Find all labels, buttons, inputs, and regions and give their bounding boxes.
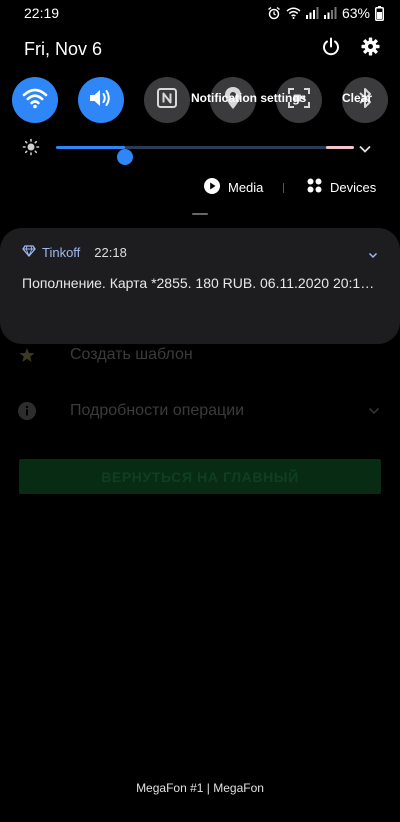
list-item-operation-details[interactable]: Подробности операции — [18, 399, 382, 423]
quick-settings-header: Fri, Nov 6 — [24, 36, 380, 62]
nfc-icon — [156, 87, 178, 114]
sound-icon — [88, 87, 114, 114]
notification-settings-button[interactable]: Notification settings — [191, 91, 306, 105]
notification-app-name: Tinkoff — [42, 245, 81, 260]
chevron-down-icon[interactable] — [368, 246, 378, 264]
signal-icon — [305, 7, 319, 19]
status-time: 22:19 — [24, 5, 60, 21]
media-devices-row: Media Devices — [0, 176, 400, 200]
brightness-slider-end — [326, 146, 354, 149]
alarm-icon — [267, 6, 281, 20]
brightness-slider-fill — [56, 146, 125, 149]
notification-header: Tinkoff 22:18 — [22, 245, 127, 260]
battery-icon — [375, 5, 384, 21]
date-label: Fri, Nov 6 — [24, 38, 103, 59]
devices-label: Devices — [330, 179, 377, 195]
chevron-down-icon — [368, 402, 380, 420]
brightness-slider[interactable] — [56, 146, 354, 165]
media-button[interactable]: Media — [204, 178, 263, 197]
chevron-down-icon[interactable] — [358, 141, 372, 159]
wifi-toggle[interactable] — [12, 77, 58, 123]
info-icon — [18, 402, 36, 420]
star-icon — [18, 346, 36, 364]
signal-icon — [323, 7, 337, 19]
nfc-toggle[interactable] — [144, 77, 190, 123]
sound-toggle[interactable] — [78, 77, 124, 123]
wifi-icon — [286, 7, 301, 19]
status-bar: 22:19 63% — [0, 0, 400, 26]
divider — [283, 183, 284, 193]
brightness-slider-thumb[interactable] — [116, 149, 133, 165]
devices-grid-icon — [307, 178, 322, 196]
media-label: Media — [228, 180, 264, 195]
list-item-create-template[interactable]: Создать шаблон — [18, 343, 382, 367]
tinkoff-app-icon — [22, 245, 36, 260]
brightness-control — [22, 136, 378, 165]
list-item-label: Подробности операции — [70, 402, 245, 419]
list-item-label: Создать шаблон — [70, 346, 193, 363]
settings-gear-icon[interactable] — [361, 37, 380, 61]
carrier-label: MegaFon #1 | MegaFon — [136, 781, 264, 795]
devices-button[interactable]: Devices — [307, 178, 376, 196]
notification-time: 22:18 — [94, 245, 127, 260]
status-icons: 63% — [267, 5, 384, 21]
notification-card[interactable]: Tinkoff 22:18 Пополнение. Карта *2855. 1… — [0, 228, 400, 344]
play-icon — [204, 178, 220, 197]
wifi-icon — [22, 87, 48, 114]
drag-handle[interactable] — [192, 213, 208, 215]
return-home-button[interactable]: ВЕРНУТЬСЯ НА ГЛАВНЫЙ — [19, 459, 381, 494]
power-icon[interactable] — [321, 37, 341, 62]
notification-text: Пополнение. Карта *2855. 180 RUB. 06.11.… — [22, 275, 378, 291]
battery-percent: 63% — [341, 5, 370, 21]
clear-button[interactable]: Clear — [342, 91, 372, 105]
brightness-sun-icon — [22, 138, 40, 161]
